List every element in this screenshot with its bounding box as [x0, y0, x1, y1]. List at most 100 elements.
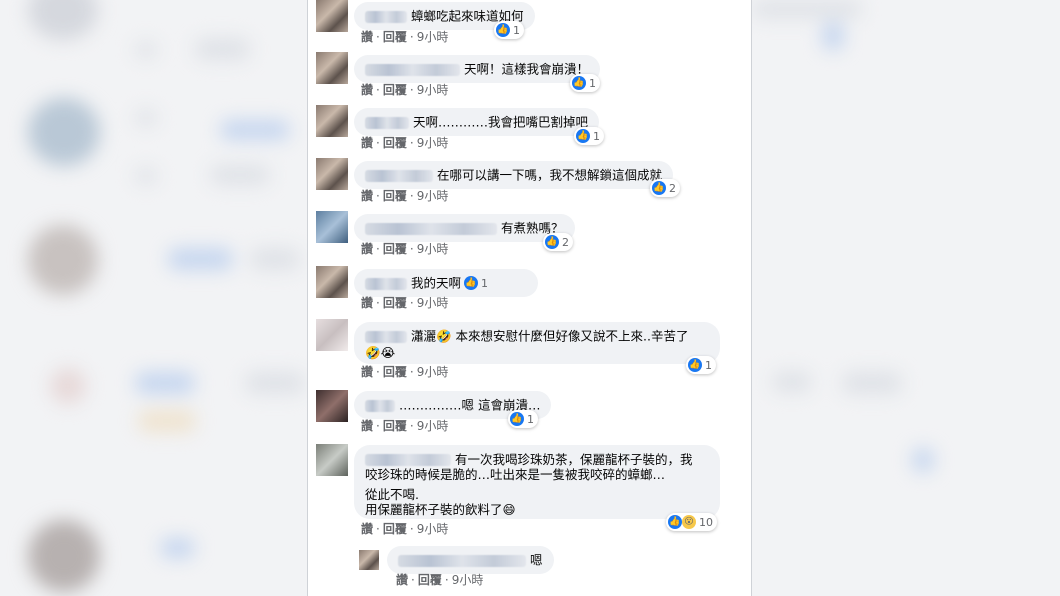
like-button[interactable]: 讚	[361, 296, 373, 310]
comment-bubble: 天啊…………我會把嘴巴割掉吧	[354, 108, 600, 136]
commenter-name[interactable]	[365, 116, 409, 129]
timestamp[interactable]: 9小時	[417, 189, 449, 203]
comment-text: 我的天啊	[411, 275, 462, 291]
like-button[interactable]: 讚	[361, 419, 373, 433]
comment-actions: 讚 · 回覆 · 9小時	[396, 572, 484, 588]
reply-button[interactable]: 回覆	[383, 189, 407, 203]
blurred-background-left	[0, 0, 307, 596]
feed-border-right	[751, 0, 752, 596]
avatar[interactable]	[316, 319, 348, 351]
comment-actions: 讚 · 回覆 · 9小時	[361, 418, 449, 434]
avatar[interactable]	[316, 52, 348, 84]
like-button[interactable]: 讚	[361, 189, 373, 203]
wow-reaction-icon: 😮	[682, 515, 696, 529]
comment-text: 天啊！這樣我會崩潰！	[464, 61, 590, 77]
like-button[interactable]: 讚	[361, 83, 373, 97]
reply-button[interactable]: 回覆	[383, 83, 407, 97]
avatar[interactable]	[316, 266, 348, 298]
comment-text: 有一次我喝珍珠奶茶，保麗龍杯子裝的，我	[455, 452, 693, 467]
reaction-count[interactable]: 👍 1	[686, 356, 716, 374]
like-button[interactable]: 讚	[361, 242, 373, 256]
reaction-count[interactable]: 👍 1	[508, 410, 538, 428]
commenter-name[interactable]	[365, 277, 407, 290]
comment-bubble: 瀟灑🤣 本來想安慰什麼但好像又說不上來..辛苦了 🤣😭	[354, 322, 720, 364]
timestamp[interactable]: 9小時	[417, 83, 449, 97]
like-button[interactable]: 讚	[396, 573, 408, 587]
timestamp[interactable]: 9小時	[452, 573, 484, 587]
comment-text-line2: 咬珍珠的時候是脆的…吐出來是一隻被我咬碎的蟑螂…	[365, 467, 666, 482]
blurred-background-right	[752, 0, 1060, 596]
comment-bubble: 在哪可以講一下嗎，我不想解鎖這個成就	[354, 161, 674, 189]
commenter-name[interactable]	[365, 63, 460, 76]
comment-actions: 讚 · 回覆 · 9小時	[361, 82, 449, 98]
avatar[interactable]	[316, 0, 348, 32]
timestamp[interactable]: 9小時	[417, 30, 449, 44]
like-reaction-icon: 👍	[688, 358, 702, 372]
reaction-count[interactable]: 👍 2	[650, 179, 680, 197]
comment-actions: 讚 · 回覆 · 9小時	[361, 521, 449, 537]
like-reaction-icon: 👍	[576, 129, 590, 143]
reply-button[interactable]: 回覆	[383, 136, 407, 150]
timestamp[interactable]: 9小時	[417, 365, 449, 379]
avatar[interactable]	[316, 211, 348, 243]
comment-feed: 蟑螂吃起來味道如何 👍 1 讚 · 回覆 · 9小時 天啊！這樣我會崩潰！ 👍 1 讚 · 回覆…	[308, 0, 751, 596]
like-reaction-icon: 👍	[510, 412, 524, 426]
commenter-name[interactable]	[365, 330, 407, 343]
timestamp[interactable]: 9小時	[417, 419, 449, 433]
comment-actions: 讚 · 回覆 · 9小時	[361, 135, 449, 151]
comment-actions: 讚 · 回覆 · 9小時	[361, 364, 449, 380]
reaction-count[interactable]: 👍 😮 10	[666, 513, 717, 531]
like-reaction-icon: 👍	[545, 235, 559, 249]
like-reaction-icon: 👍	[668, 515, 682, 529]
comment-text: 瀟灑🤣 本來想安慰什麼但好像又說不上來..辛苦了	[411, 328, 689, 344]
like-button[interactable]: 讚	[361, 136, 373, 150]
reply-button[interactable]: 回覆	[383, 365, 407, 379]
commenter-name[interactable]	[365, 169, 433, 182]
timestamp[interactable]: 9小時	[417, 136, 449, 150]
commenter-name[interactable]	[365, 453, 451, 466]
reply-button[interactable]: 回覆	[383, 296, 407, 310]
commenter-name[interactable]	[398, 554, 526, 567]
reaction-count[interactable]: 👍 1	[494, 21, 524, 39]
comment-text: 天啊…………我會把嘴巴割掉吧	[413, 114, 589, 130]
comment-emoji-line: 🤣😭	[365, 344, 396, 360]
avatar[interactable]	[316, 444, 348, 476]
avatar[interactable]	[316, 105, 348, 137]
comment-text: 嗯	[530, 552, 543, 568]
timestamp[interactable]: 9小時	[417, 242, 449, 256]
avatar[interactable]	[316, 158, 348, 190]
commenter-name[interactable]	[365, 10, 407, 23]
comment-bubble: 嗯	[387, 546, 554, 574]
comment-bubble: 天啊！這樣我會崩潰！	[354, 55, 601, 83]
reply-button[interactable]: 回覆	[383, 30, 407, 44]
comment-actions: 讚 · 回覆 · 9小時	[361, 295, 449, 311]
reply-button[interactable]: 回覆	[383, 242, 407, 256]
reaction-count[interactable]: 👍 1	[570, 74, 600, 92]
reaction-count[interactable]: 👍 1	[574, 127, 604, 145]
like-button[interactable]: 讚	[361, 522, 373, 536]
commenter-name[interactable]	[365, 222, 497, 235]
comment-actions: 讚 · 回覆 · 9小時	[361, 29, 449, 45]
commenter-name[interactable]	[365, 399, 395, 412]
like-reaction-icon: 👍	[572, 76, 586, 90]
comment-text: 在哪可以講一下嗎，我不想解鎖這個成就	[437, 167, 663, 183]
like-button[interactable]: 讚	[361, 365, 373, 379]
avatar[interactable]	[359, 550, 379, 570]
reaction-count[interactable]: 👍 1	[462, 274, 492, 292]
comment-actions: 讚 · 回覆 · 9小時	[361, 241, 449, 257]
timestamp[interactable]: 9小時	[417, 522, 449, 536]
like-button[interactable]: 讚	[361, 30, 373, 44]
comment-text-line4: 用保麗龍杯子裝的飲料了😄	[365, 502, 516, 517]
comment-text-line3: 從此不喝.	[365, 487, 419, 502]
avatar[interactable]	[316, 390, 348, 422]
reply-button[interactable]: 回覆	[383, 522, 407, 536]
reply-button[interactable]: 回覆	[383, 419, 407, 433]
reaction-count[interactable]: 👍 2	[543, 233, 573, 251]
comment-bubble: 我的天啊	[354, 269, 538, 297]
comment-actions: 讚 · 回覆 · 9小時	[361, 188, 449, 204]
like-reaction-icon: 👍	[496, 23, 510, 37]
timestamp[interactable]: 9小時	[417, 296, 449, 310]
like-reaction-icon: 👍	[652, 181, 666, 195]
comment-bubble: 有煮熟嗎？	[354, 214, 575, 242]
reply-button[interactable]: 回覆	[418, 573, 442, 587]
